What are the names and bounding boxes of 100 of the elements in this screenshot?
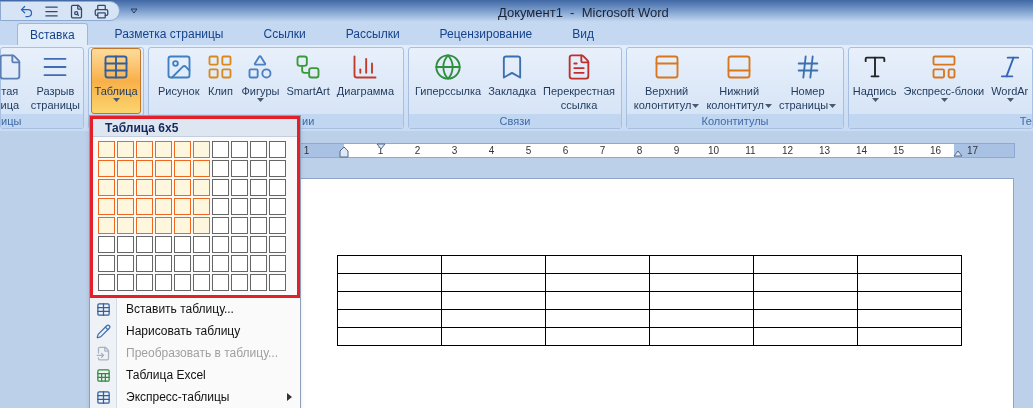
ribbon-button[interactable]: SmartArt <box>283 48 333 114</box>
grid-cell[interactable] <box>212 236 229 253</box>
grid-cell[interactable] <box>155 217 172 234</box>
grid-cell[interactable] <box>231 255 248 272</box>
menu-item[interactable]: Нарисовать таблицу <box>90 320 300 342</box>
grid-cell[interactable] <box>193 217 210 234</box>
grid-cell[interactable] <box>117 179 134 196</box>
grid-cell[interactable] <box>269 274 286 291</box>
undo-icon[interactable] <box>19 3 34 19</box>
ribbon-button[interactable]: Верхний колонтитул <box>630 48 703 114</box>
grid-cell[interactable] <box>250 160 267 177</box>
grid-cell[interactable] <box>269 141 286 158</box>
grid-cell[interactable] <box>136 160 153 177</box>
grid-cell[interactable] <box>231 160 248 177</box>
grid-cell[interactable] <box>193 179 210 196</box>
ribbon-tab[interactable]: Вид <box>559 23 607 45</box>
grid-cell[interactable] <box>136 274 153 291</box>
ribbon-tab[interactable]: Рецензирование <box>426 23 546 45</box>
ribbon-button[interactable]: Нижний колонтитул <box>703 48 775 114</box>
grid-cell[interactable] <box>98 198 115 215</box>
grid-cell[interactable] <box>117 236 134 253</box>
ribbon-button[interactable]: Закладка <box>485 48 539 114</box>
grid-cell[interactable] <box>174 255 191 272</box>
ribbon-button[interactable]: Таблица <box>91 48 141 114</box>
grid-cell[interactable] <box>250 236 267 253</box>
grid-cell[interactable] <box>98 236 115 253</box>
printer-icon[interactable] <box>94 3 109 19</box>
grid-cell[interactable] <box>136 198 153 215</box>
ribbon-button[interactable]: Надпись <box>849 48 900 114</box>
grid-cell[interactable] <box>231 179 248 196</box>
ribbon-tab[interactable]: Разметка страницы <box>101 23 237 45</box>
grid-cell[interactable] <box>174 179 191 196</box>
grid-cell[interactable] <box>174 160 191 177</box>
grid-cell[interactable] <box>231 217 248 234</box>
ribbon-button[interactable]: Разрыв страницы <box>27 48 83 114</box>
grid-cell[interactable] <box>117 274 134 291</box>
grid-cell[interactable] <box>212 274 229 291</box>
grid-cell[interactable] <box>193 160 210 177</box>
grid-cell[interactable] <box>117 198 134 215</box>
grid-cell[interactable] <box>212 198 229 215</box>
grid-cell[interactable] <box>174 141 191 158</box>
grid-cell[interactable] <box>212 160 229 177</box>
indent-marker-icon[interactable] <box>953 150 963 157</box>
grid-cell[interactable] <box>117 217 134 234</box>
grid-cell[interactable] <box>136 236 153 253</box>
grid-cell[interactable] <box>269 255 286 272</box>
grid-cell[interactable] <box>174 274 191 291</box>
grid-cell[interactable] <box>269 160 286 177</box>
ribbon-button[interactable]: Экспресс-блоки <box>900 48 988 114</box>
grid-cell[interactable] <box>250 141 267 158</box>
grid-cell[interactable] <box>231 274 248 291</box>
ribbon-button[interactable]: Диаграмма <box>333 48 397 114</box>
grid-cell[interactable] <box>193 255 210 272</box>
grid-cell[interactable] <box>193 274 210 291</box>
grid-cell[interactable] <box>174 198 191 215</box>
ribbon-tab[interactable]: Ссылки <box>250 23 319 45</box>
ribbon-button[interactable]: Клип <box>203 48 238 114</box>
grid-cell[interactable] <box>231 141 248 158</box>
indent-marker-icon[interactable] <box>339 146 349 158</box>
ribbon-button[interactable]: Перекрестная ссылка <box>540 48 618 114</box>
grid-cell[interactable] <box>155 160 172 177</box>
grid-cell[interactable] <box>174 236 191 253</box>
grid-cell[interactable] <box>250 179 267 196</box>
grid-cell[interactable] <box>193 236 210 253</box>
menu-item[interactable]: Вставить таблицу... <box>90 298 300 320</box>
ribbon-button[interactable]: WordAr <box>988 48 1032 114</box>
grid-cell[interactable] <box>155 179 172 196</box>
grid-cell[interactable] <box>98 160 115 177</box>
grid-cell[interactable] <box>193 198 210 215</box>
grid-cell[interactable] <box>250 274 267 291</box>
grid-cell[interactable] <box>212 255 229 272</box>
grid-cell[interactable] <box>98 217 115 234</box>
grid-cell[interactable] <box>269 198 286 215</box>
grid-cell[interactable] <box>269 179 286 196</box>
menu-item[interactable]: Таблица Excel <box>90 364 300 386</box>
grid-cell[interactable] <box>117 141 134 158</box>
ribbon-button[interactable]: Гиперссылка <box>412 48 485 114</box>
menu-item[interactable]: Экспресс-таблицы <box>90 386 300 408</box>
grid-cell[interactable] <box>212 141 229 158</box>
grid-cell[interactable] <box>193 141 210 158</box>
grid-cell[interactable] <box>212 179 229 196</box>
grid-cell[interactable] <box>250 217 267 234</box>
ribbon-button[interactable]: Рисунок <box>155 48 203 114</box>
ribbon-tab[interactable]: Вставка <box>17 23 88 45</box>
caret-icon[interactable] <box>130 8 138 14</box>
grid-cell[interactable] <box>231 198 248 215</box>
grid-cell[interactable] <box>155 274 172 291</box>
ribbon-button[interactable]: Номер страницы <box>775 48 840 114</box>
grid-cell[interactable] <box>136 141 153 158</box>
ribbon-tab[interactable]: Рассылки <box>332 23 413 45</box>
grid-cell[interactable] <box>117 255 134 272</box>
grid-cell[interactable] <box>212 217 229 234</box>
grid-cell[interactable] <box>98 255 115 272</box>
grid-cell[interactable] <box>174 217 191 234</box>
ribbon-button[interactable]: Фигуры <box>238 48 283 114</box>
grid-cell[interactable] <box>136 217 153 234</box>
grid-cell[interactable] <box>155 198 172 215</box>
preview-icon[interactable] <box>69 3 84 19</box>
grid-cell[interactable] <box>250 255 267 272</box>
ribbon-button[interactable]: тая ица <box>0 48 27 114</box>
